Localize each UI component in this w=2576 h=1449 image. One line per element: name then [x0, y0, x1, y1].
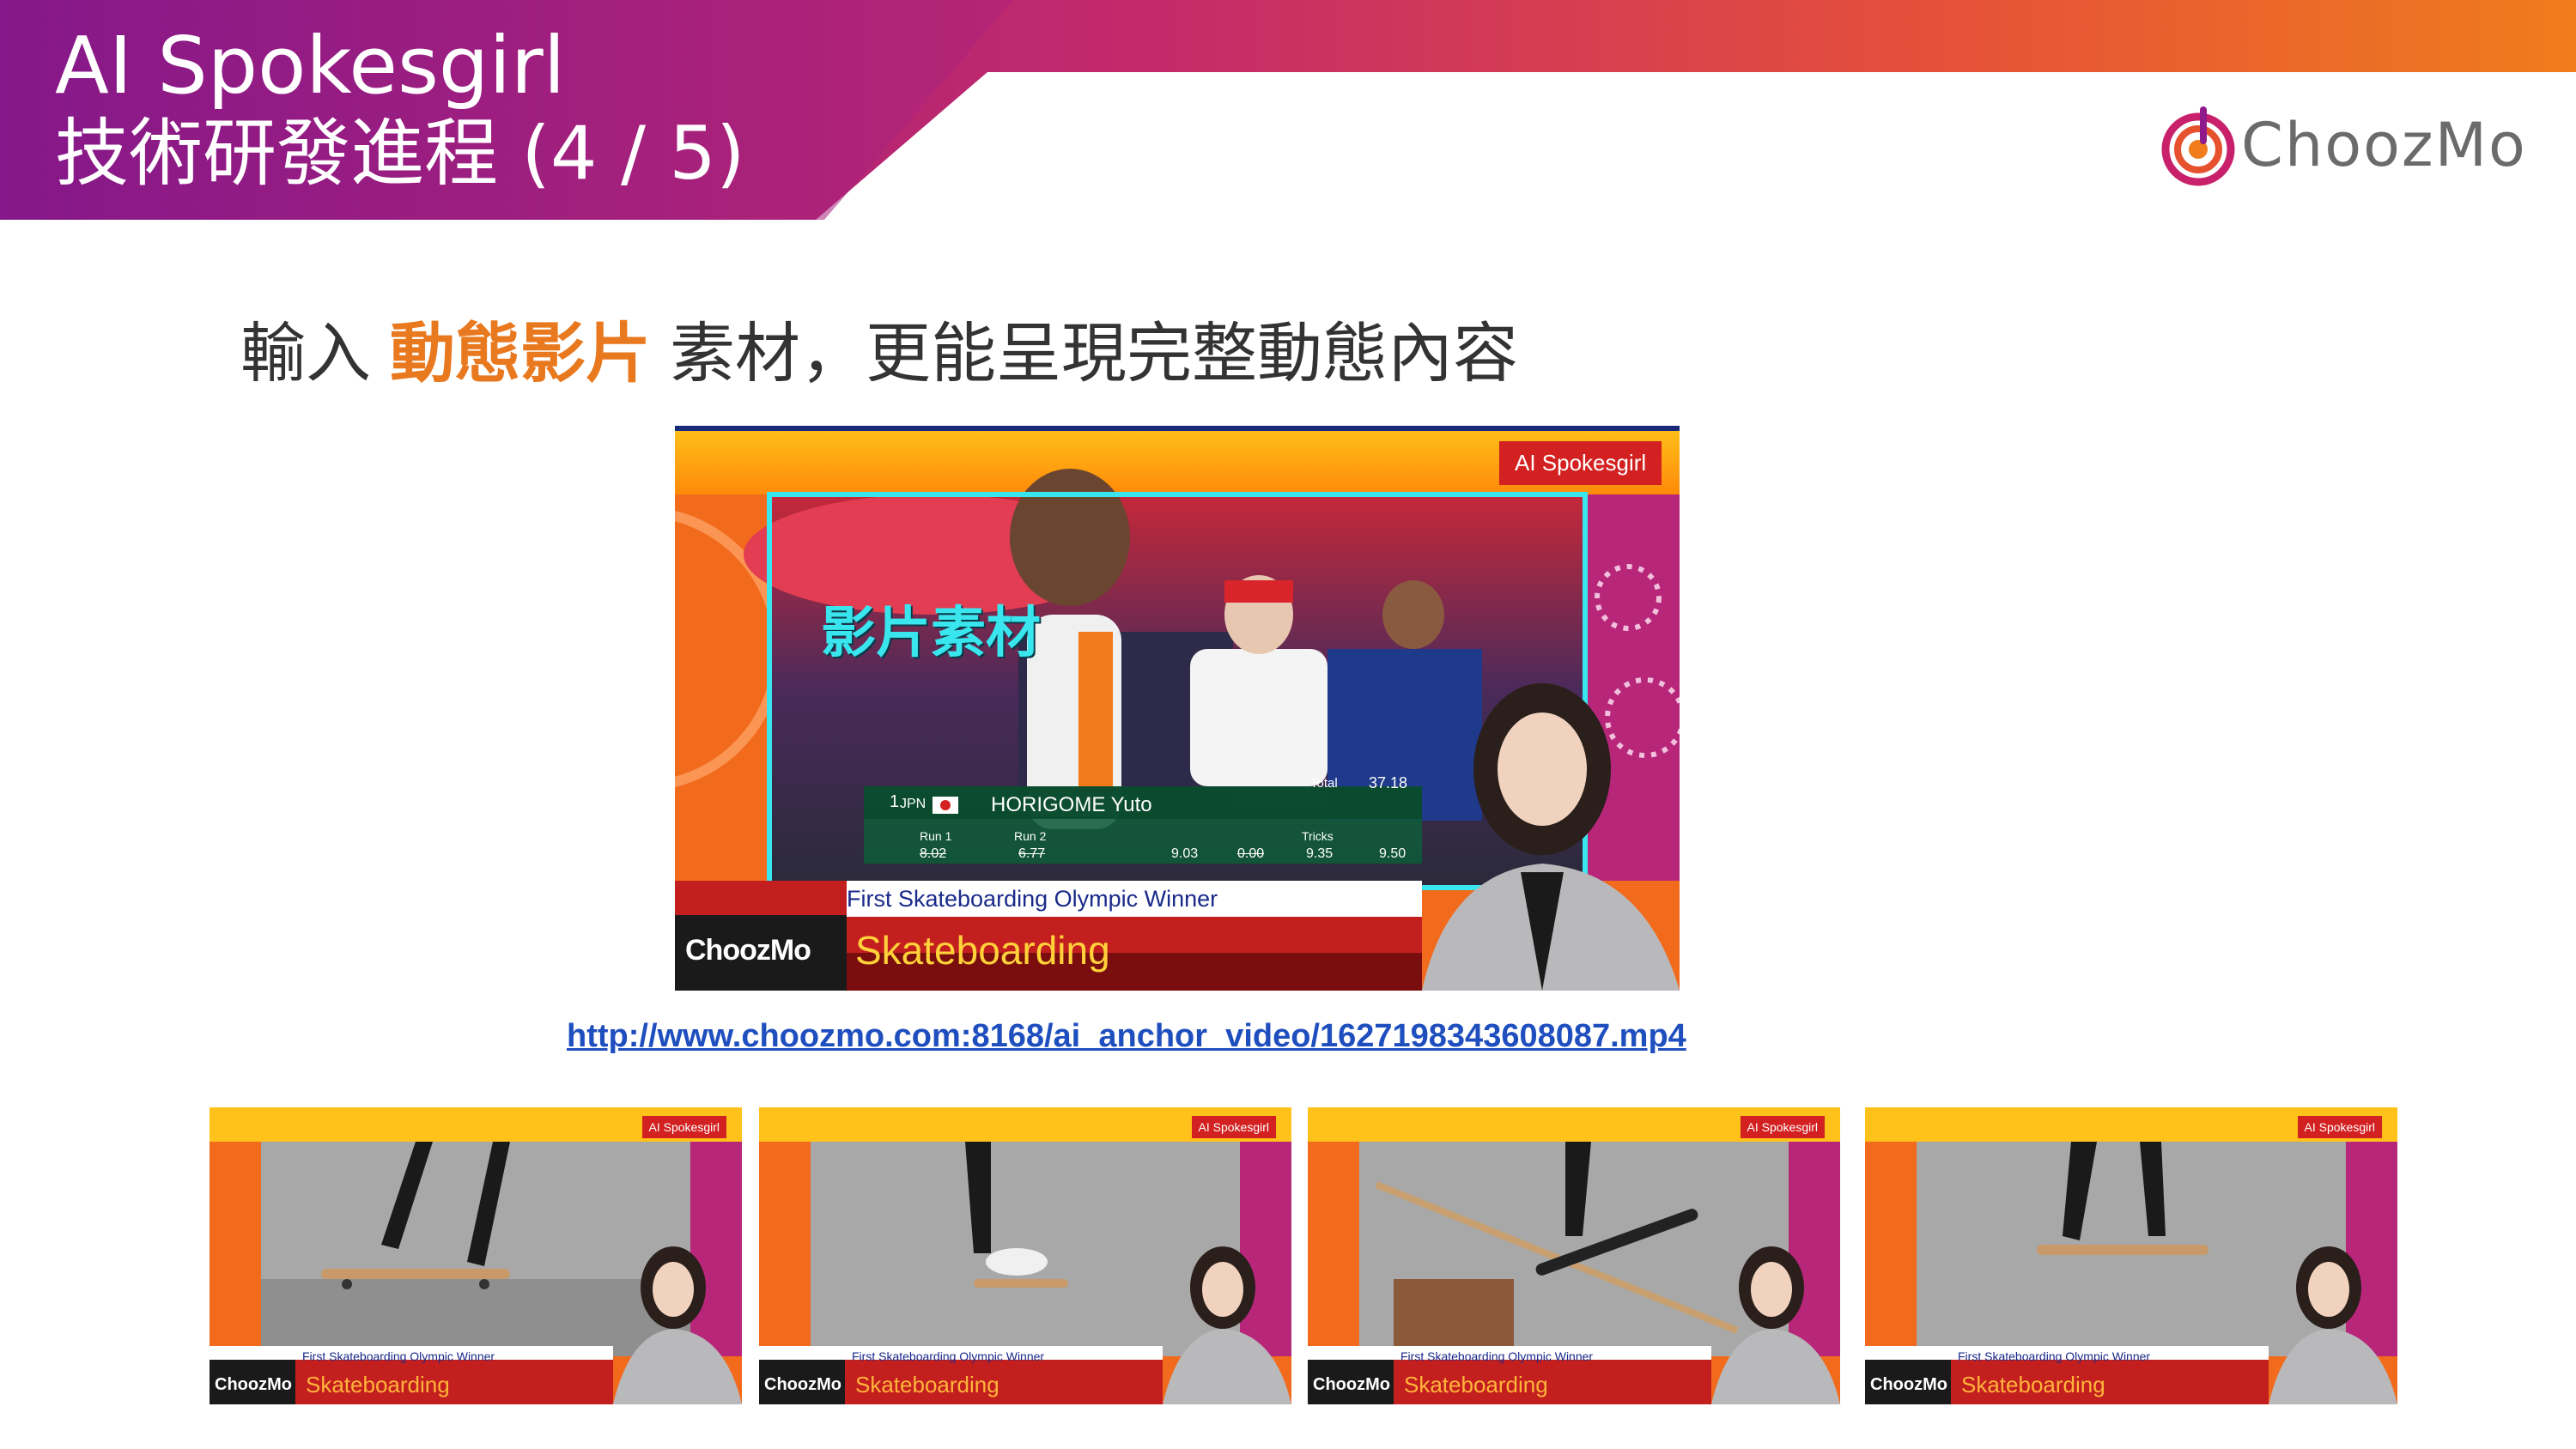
heading-text-before: 輸入	[240, 315, 371, 391]
scoreboard-trick-3: 9.35	[1306, 846, 1334, 861]
thumbnail-topic: Skateboarding	[1961, 1372, 2105, 1397]
scoreboard-rank: 1	[890, 792, 900, 811]
main-video-player[interactable]: AI Spokesgirl 影片素材 1 JPN HORIGOME Yuto T…	[675, 426, 1680, 991]
spokesgirl-badge: AI Spokesgirl	[2297, 1116, 2382, 1138]
scoreboard-total-label: Total	[1310, 776, 1338, 791]
video-url-link[interactable]: http://www.choozmo.com:8168/ai_anchor_vi…	[567, 1018, 1686, 1055]
scoreboard-run2: 6.77	[1018, 846, 1046, 861]
spokesgirl-badge: AI Spokesgirl	[641, 1116, 726, 1138]
thumbnail-caption: First Skateboarding Olympic Winner	[1400, 1349, 1594, 1363]
video-caption: First Skateboarding Olympic Winner	[847, 886, 1218, 912]
logo-text: ChoozMo	[2241, 110, 2527, 180]
page-title: AI Spokesgirl	[55, 20, 566, 112]
thumbnail-brand-logo: ChoozMo	[1313, 1375, 1390, 1394]
page-subtitle: 技術研發進程 (4 / 5)	[55, 111, 745, 197]
thumbnail-caption: First Skateboarding Olympic Winner	[852, 1349, 1045, 1363]
thumbnail-brand-logo: ChoozMo	[215, 1375, 292, 1394]
scoreboard-name: HORIGOME Yuto	[991, 793, 1152, 816]
scoreboard-run1-label: Run 1	[920, 829, 952, 843]
section-heading: 輸入 動態影片 素材，更能呈現完整動態內容	[240, 300, 1518, 395]
video-thumbnail-4[interactable]: AI Spokesgirl First Skateboarding Olympi…	[1865, 1107, 2397, 1404]
thumbnail-brand-logo: ChoozMo	[1870, 1375, 1947, 1394]
scoreboard-trick-2: 0.00	[1237, 846, 1265, 861]
thumbnail-caption: First Skateboarding Olympic Winner	[1958, 1349, 2151, 1363]
video-thumbnail-1[interactable]: AI Spokesgirl First Skateboarding Olympi…	[210, 1107, 742, 1404]
scoreboard-run1: 8.02	[920, 846, 947, 861]
video-topic: Skateboarding	[855, 928, 1110, 973]
thumbnail-topic: Skateboarding	[855, 1372, 999, 1397]
thumbnail-topic: Skateboarding	[1404, 1372, 1548, 1397]
scoreboard-total: 37.18	[1369, 774, 1408, 791]
heading-highlight: 動態影片	[390, 315, 651, 391]
heading-text-after: 素材，更能呈現完整動態內容	[670, 315, 1518, 391]
scoreboard-tricks-label: Tricks	[1302, 829, 1334, 843]
thumbnail-topic: Skateboarding	[306, 1372, 450, 1397]
scoreboard-country: JPN	[900, 797, 927, 811]
thumbnail-caption: First Skateboarding Olympic Winner	[302, 1349, 495, 1363]
spokesgirl-badge: AI Spokesgirl	[1740, 1116, 1825, 1138]
video-material-label: 影片素材	[821, 602, 1041, 665]
video-brand-logo: ChoozMo	[685, 934, 811, 967]
scoreboard-run2-label: Run 2	[1014, 829, 1047, 843]
scoreboard-trick-1: 9.03	[1171, 846, 1199, 861]
spokesgirl-badge: AI Spokesgirl	[1191, 1116, 1276, 1138]
video-thumbnail-3[interactable]: AI Spokesgirl First Skateboarding Olympi…	[1308, 1107, 1840, 1404]
spokesgirl-badge: AI Spokesgirl	[1499, 441, 1662, 485]
scoreboard-trick-4: 9.50	[1379, 846, 1406, 861]
video-thumbnail-2[interactable]: AI Spokesgirl First Skateboarding Olympi…	[759, 1107, 1291, 1404]
thumbnail-brand-logo: ChoozMo	[764, 1375, 841, 1394]
